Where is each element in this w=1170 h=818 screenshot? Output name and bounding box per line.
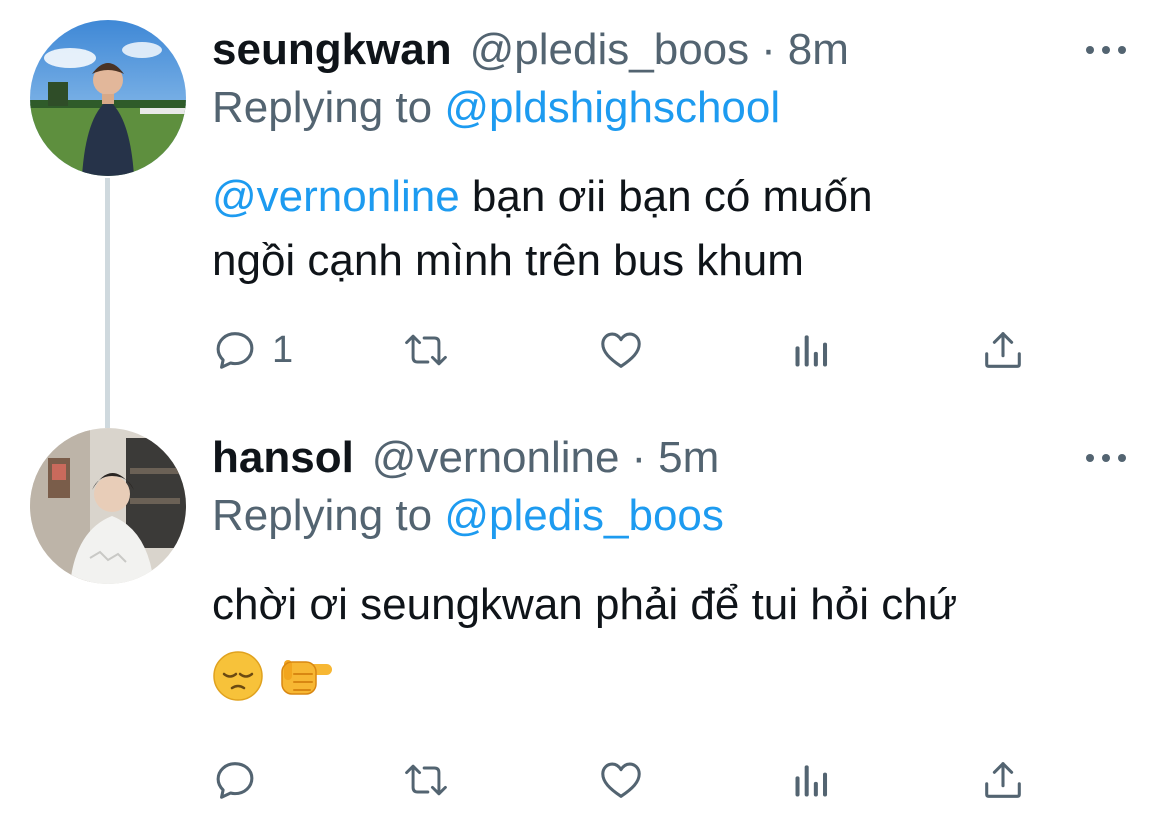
more-dot <box>1102 46 1110 54</box>
more-icon[interactable] <box>1086 448 1126 468</box>
tweet-seungkwan[interactable]: seungkwan @pledis_boos · 8m Replying to … <box>0 20 1170 410</box>
more-dot <box>1118 454 1126 462</box>
separator-dot: · <box>761 25 776 74</box>
emoji-row <box>212 650 336 710</box>
reply-icon <box>216 762 254 799</box>
tweet-text: @vernonline bạn ơii bạn có muốn ngồi cạn… <box>212 165 1132 293</box>
tweet-text: chời ơi seungkwan phải để tui hỏi chứ <box>212 573 1132 637</box>
timestamp[interactable]: 5m <box>658 428 719 488</box>
more-dot <box>1086 46 1094 54</box>
avatar-seungkwan[interactable] <box>30 20 186 176</box>
analytics-icon <box>795 335 828 367</box>
user-handle[interactable]: @pledis_boos <box>470 20 750 80</box>
tweet-hansol[interactable]: hansol @vernonline · 5m Replying to @ple… <box>0 428 1170 818</box>
tweet-actions: 1 <box>212 320 1042 380</box>
more-dot <box>1118 46 1126 54</box>
tweet-text-line: ngồi cạnh mình trên bus khum <box>212 236 804 285</box>
tweet-text-segment: bạn ơii bạn có muốn <box>459 172 873 221</box>
tweet-actions <box>212 750 1042 810</box>
display-name[interactable]: seungkwan <box>212 20 452 80</box>
tweet-header: seungkwan @pledis_boos · 8m <box>212 20 849 80</box>
replying-to-line: Replying to @pldshighschool <box>212 78 780 138</box>
share-button[interactable] <box>980 320 1026 380</box>
mention-link[interactable]: @vernonline <box>212 172 460 221</box>
separator-dot: · <box>631 433 647 482</box>
tweet-text-line: chời ơi seungkwan phải để tui hỏi chứ <box>212 580 958 629</box>
more-dot <box>1102 454 1110 462</box>
like-button[interactable] <box>597 320 645 380</box>
reply-button[interactable]: 1 <box>212 320 293 380</box>
like-button[interactable] <box>597 750 645 810</box>
more-dot <box>1086 454 1094 462</box>
analytics-icon <box>795 765 828 797</box>
heart-icon <box>601 762 641 798</box>
reply-button[interactable] <box>212 750 272 810</box>
reply-icon <box>216 332 254 369</box>
analytics-button[interactable] <box>790 320 834 380</box>
user-handle[interactable]: @vernonline <box>372 428 620 488</box>
tweet-text-line: @vernonline bạn ơii bạn có muốn <box>212 165 1132 229</box>
retweet-button[interactable] <box>402 750 450 810</box>
heart-icon <box>601 332 641 368</box>
replying-to-link[interactable]: @pledis_boos <box>444 491 724 540</box>
avatar-hansol[interactable] <box>30 428 186 584</box>
pensive-face-icon <box>213 651 263 701</box>
replying-to-link[interactable]: @pldshighschool <box>444 83 780 132</box>
reply-count: 1 <box>272 329 294 371</box>
share-button[interactable] <box>980 750 1026 810</box>
timestamp[interactable]: 8m <box>788 20 849 80</box>
retweet-button[interactable] <box>402 320 450 380</box>
share-icon <box>985 762 1021 798</box>
more-icon[interactable] <box>1086 40 1126 60</box>
tweet-header: hansol @vernonline · 5m <box>212 428 719 488</box>
backhand-index-pointing-right-icon <box>281 660 332 695</box>
display-name[interactable]: hansol <box>212 428 354 488</box>
replying-to-label: Replying to <box>212 491 433 540</box>
retweet-icon <box>405 334 447 366</box>
replying-to-line: Replying to @pledis_boos <box>212 486 724 546</box>
analytics-button[interactable] <box>790 750 834 810</box>
replying-to-label: Replying to <box>212 83 433 132</box>
share-icon <box>985 332 1021 368</box>
retweet-icon <box>405 764 447 796</box>
